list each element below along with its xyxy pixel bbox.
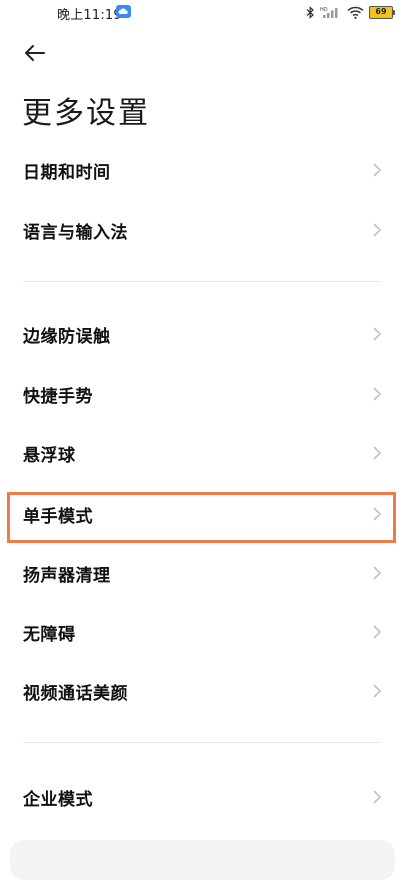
settings-item-video-call-beauty[interactable]: 视频通话美颜 xyxy=(0,663,405,719)
chevron-right-icon xyxy=(373,223,382,237)
chevron-right-icon xyxy=(373,684,382,698)
highlight-box xyxy=(7,492,396,543)
settings-item-floating-ball[interactable]: 悬浮球 xyxy=(0,425,405,481)
bluetooth-icon xyxy=(306,5,314,19)
settings-item-label: 扬声器清理 xyxy=(23,565,111,586)
settings-item-edge-touch[interactable]: 边缘防误触 xyxy=(0,306,405,362)
chevron-right-icon xyxy=(373,566,382,580)
settings-item-label: 企业模式 xyxy=(23,789,93,810)
settings-item-date-time[interactable]: 日期和时间 xyxy=(0,142,405,198)
chevron-right-icon xyxy=(373,327,382,341)
settings-item-accessibility[interactable]: 无障碍 xyxy=(0,604,405,660)
group-divider xyxy=(23,742,382,743)
chevron-right-icon xyxy=(373,625,382,639)
group-divider xyxy=(23,281,382,282)
chevron-right-icon xyxy=(373,790,382,804)
settings-item-label: 快捷手势 xyxy=(23,386,93,407)
svg-text:HD: HD xyxy=(320,7,328,13)
chevron-right-icon xyxy=(373,163,382,177)
settings-item-label: 悬浮球 xyxy=(23,445,76,466)
chevron-right-icon xyxy=(373,387,382,401)
settings-item-shortcut-gestures[interactable]: 快捷手势 xyxy=(0,366,405,422)
back-arrow-icon xyxy=(25,45,45,61)
status-time: 晚上11:19 xyxy=(57,8,122,23)
settings-item-label: 无障碍 xyxy=(23,624,76,645)
cloud-icon xyxy=(116,5,131,18)
battery-icon: 69 xyxy=(369,5,395,19)
settings-item-label: 语言与输入法 xyxy=(23,222,128,243)
settings-item-speaker-cleaning[interactable]: 扬声器清理 xyxy=(0,545,405,601)
back-button[interactable] xyxy=(22,40,48,66)
settings-item-enterprise-mode[interactable]: 企业模式 xyxy=(0,769,405,825)
page-title: 更多设置 xyxy=(22,96,150,131)
signal-icon: HD xyxy=(320,7,338,18)
wifi-icon xyxy=(347,6,364,19)
status-bar: 晚上11:19 HD 69 xyxy=(0,0,405,26)
settings-item-label: 日期和时间 xyxy=(23,162,111,183)
status-icons: HD 69 xyxy=(306,3,395,21)
battery-level: 69 xyxy=(375,7,387,16)
settings-item-label: 视频通话美颜 xyxy=(23,683,128,704)
bottom-card xyxy=(10,840,395,880)
settings-item-label: 边缘防误触 xyxy=(23,326,111,347)
settings-item-language-input[interactable]: 语言与输入法 xyxy=(0,202,405,258)
chevron-right-icon xyxy=(373,446,382,460)
